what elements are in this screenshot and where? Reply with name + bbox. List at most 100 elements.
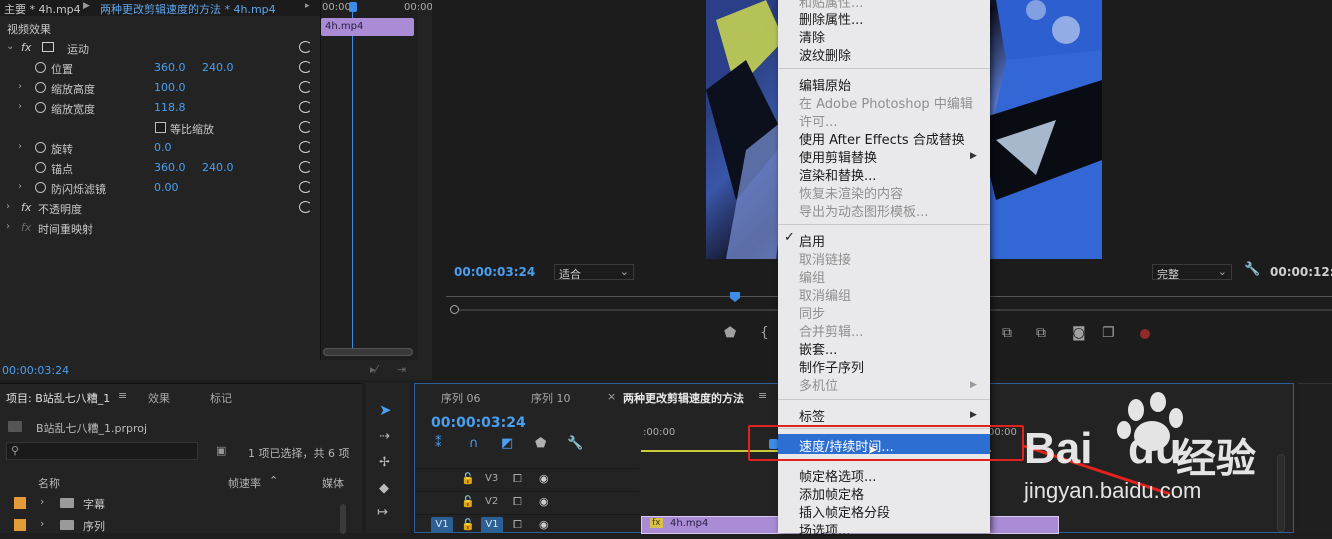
expand-chevron-icon[interactable]: › [6,201,10,212]
anchor-x-value[interactable]: 360.0 [154,161,186,174]
expand-chevron-icon[interactable]: › [18,81,22,92]
ec-playhead[interactable] [349,2,357,12]
menu-item-frame-hold-options[interactable]: 帧定格选项... [799,466,876,485]
menu-item-group[interactable]: 编组 [799,267,825,286]
export-frame-icon[interactable]: ▸⁄ [370,363,377,376]
anchor-y-value[interactable]: 240.0 [202,161,234,174]
menu-item-label[interactable]: 标签 [799,406,825,425]
tab-arrow-icon[interactable]: ▶ [83,1,90,11]
eye-icon[interactable]: ◉ [539,518,549,531]
track-target-v1[interactable]: V1 [481,517,503,533]
wrench-icon[interactable]: 🔧 [567,436,583,451]
reset-icon[interactable] [299,201,312,213]
timeline-timecode[interactable]: 00:00:03:24 [431,415,526,431]
menu-item-license[interactable]: 许可... [799,111,837,130]
search-input[interactable]: ⚲ [6,442,198,460]
reset-icon[interactable] [299,181,312,193]
reset-icon[interactable] [299,81,312,93]
flicker-value[interactable]: 0.00 [154,181,179,194]
add-marker-icon[interactable]: ⬟ [724,325,736,341]
tab-main-clip[interactable]: 主要 * 4h.mp4 [4,1,81,17]
col-name-header[interactable]: 名称 [38,475,60,491]
menu-item-ripple-delete[interactable]: 波纹删除 [799,45,851,64]
tab-effects[interactable]: 效果 [148,390,170,406]
menu-item-nest[interactable]: 嵌套... [799,339,837,358]
ec-timecode[interactable]: 00:00:03:24 [2,364,69,377]
new-bin-icon[interactable]: ▣ [216,444,226,457]
source-patch-v1[interactable]: V1 [431,517,453,533]
menu-item-replace-with-ae[interactable]: 使用 After Effects 合成替换 [799,129,965,148]
scale-width-value[interactable]: 118.8 [154,101,186,114]
rotation-value[interactable]: 0.0 [154,141,172,154]
program-timecode[interactable]: 00:00:03:24 [454,265,535,279]
expand-chevron-icon[interactable]: › [40,495,44,508]
time-remap-row[interactable]: › fx 时间重映射 [0,218,320,238]
loop-icon[interactable]: ⇥ [397,363,406,376]
label-color-swatch[interactable] [14,497,26,509]
razor-tool-icon[interactable]: ◆ [379,481,389,496]
sync-lock-icon[interactable]: ⧠ [513,518,522,532]
project-tab-menu-icon[interactable]: ≡ [118,389,127,402]
menu-item-field-options[interactable]: 场选项... [799,520,850,539]
timeline-tab-menu-icon[interactable]: ≡ [758,389,767,402]
expand-chevron-icon[interactable]: › [18,141,22,152]
tab-overflow-icon[interactable]: ▸ [305,1,310,11]
stopwatch-icon[interactable] [35,162,46,173]
sync-lock-icon[interactable]: ⧠ [513,472,522,486]
program-scrub-start-handle[interactable] [450,305,459,314]
reset-icon[interactable] [299,141,312,153]
tab-sequence-06[interactable]: 序列 06 [441,390,481,406]
menu-item-export-mogrt[interactable]: 导出为动态图形模板... [799,201,928,220]
linked-selection-icon[interactable]: ◩ [501,436,513,451]
reset-icon[interactable] [299,101,312,113]
program-playhead[interactable] [730,292,740,302]
snap-magnet-icon[interactable]: ∩ [469,436,479,451]
expand-chevron-icon[interactable]: › [18,181,22,192]
close-tab-icon[interactable]: × [607,390,616,403]
menu-item-ungroup[interactable]: 取消编组 [799,285,851,304]
project-scrollbar[interactable] [340,504,346,534]
stopwatch-icon[interactable] [35,62,46,73]
menu-item-remove-attributes[interactable]: 删除属性... [799,9,863,28]
menu-item-edit-in-photoshop[interactable]: 在 Adobe Photoshop 中编辑 [799,93,973,112]
expand-chevron-icon[interactable]: › [6,221,10,232]
lift-icon[interactable]: ⧉ [1002,325,1012,341]
sync-lock-icon[interactable]: ⧠ [513,495,522,509]
ec-mini-timeline[interactable] [320,0,418,360]
mark-in-icon[interactable]: { [760,325,769,341]
eye-icon[interactable]: ◉ [539,472,549,485]
uniform-scale-checkbox[interactable] [155,122,166,133]
reset-icon[interactable] [299,161,312,173]
tab-active-sequence[interactable]: 两种更改剪辑速度的方法 [623,390,744,406]
menu-item-render-and-replace[interactable]: 渲染和替换... [799,165,876,184]
slip-tool-icon[interactable]: ↦ [377,505,388,520]
quality-dropdown[interactable]: 完整 ⌄ [1152,264,1232,281]
menu-item-replace-with-clip[interactable]: 使用剪辑替换 [799,147,877,166]
ripple-edit-tool-icon[interactable]: ✢ [379,455,390,470]
stopwatch-icon[interactable] [35,82,46,93]
menu-item-edit-original[interactable]: 编辑原始 [799,75,851,94]
list-item[interactable]: › 字幕 [0,494,340,514]
track-select-tool-icon[interactable]: ⇢ [379,429,390,444]
camera-icon[interactable]: ◙ [1072,325,1086,341]
wrench-icon[interactable]: 🔧 [1244,262,1260,277]
menu-item-add-frame-hold[interactable]: 添加帧定格 [799,484,864,503]
label-color-swatch[interactable] [14,519,26,531]
col-fps-header[interactable]: 帧速率 [228,475,261,491]
stopwatch-icon[interactable] [35,182,46,193]
menu-item-unlink[interactable]: 取消链接 [799,249,851,268]
menu-item-make-subsequence[interactable]: 制作子序列 [799,357,864,376]
sort-ascending-icon[interactable]: ⌃ [269,474,278,487]
position-y-value[interactable]: 240.0 [202,61,234,74]
col-media-header[interactable]: 媒体 [322,475,344,491]
menu-item-clear[interactable]: 清除 [799,27,825,46]
expand-chevron-icon[interactable]: ⌄ [6,41,14,52]
selection-tool-icon[interactable]: ➤ [379,401,392,419]
menu-item-enable[interactable]: 启用 [799,231,825,250]
nest-toggle-icon[interactable]: ⁑ [435,436,442,451]
expand-chevron-icon[interactable]: › [18,101,22,112]
motion-transform-icon[interactable] [42,42,54,52]
add-marker-icon[interactable]: ⬟ [535,436,546,451]
tab-project[interactable]: 项目: B站乱七八糟_1 [6,390,110,406]
menu-item-multicamera[interactable]: 多机位 [799,375,838,394]
